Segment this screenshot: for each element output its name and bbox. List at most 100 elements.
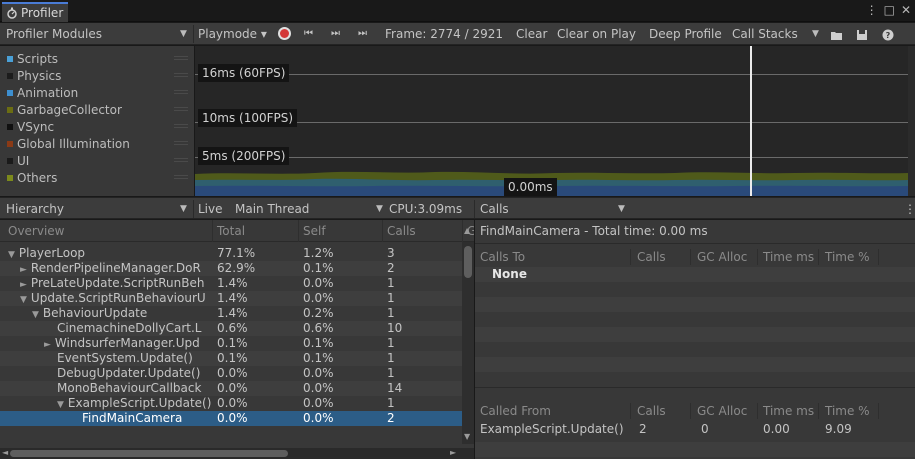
chevron-down-icon[interactable]: ▼	[376, 198, 383, 220]
expand-icon[interactable]: ►	[20, 265, 27, 275]
module-animation[interactable]: Animation	[7, 84, 78, 101]
kebab-icon[interactable]: ⋮	[866, 3, 878, 17]
clear-on-play-button[interactable]: Clear on Play	[557, 23, 636, 45]
module-global-illumination[interactable]: Global Illumination	[7, 135, 130, 152]
fps-200-label: 5ms (200FPS)	[198, 147, 290, 165]
call-stacks-button[interactable]: Call Stacks	[732, 23, 798, 45]
table-row[interactable]: EventSystem.Update() 0.1% 0.1% 1	[0, 351, 462, 366]
called-from-gc-alloc: 0	[701, 422, 709, 436]
calls-panel: FindMainCamera - Total time: 0.00 ms Cal…	[475, 220, 915, 459]
profiler-modules-dropdown[interactable]: Profiler Modules	[6, 23, 102, 45]
table-row[interactable]: ▼ Update.ScriptRunBehaviourU 1.4% 0.0% 1	[0, 291, 462, 306]
drag-handle-icon[interactable]	[174, 73, 188, 77]
table-row[interactable]: ▼ PlayerLoop 77.1% 1.2% 3	[0, 246, 462, 261]
details-view-dropdown[interactable]: Calls	[480, 198, 509, 220]
expand-icon[interactable]: ▼	[32, 310, 39, 320]
column-header-total[interactable]: Total	[212, 220, 245, 242]
table-row[interactable]: DebugUpdater.Update() 0.0% 0.0% 1	[0, 366, 462, 381]
drag-handle-icon[interactable]	[174, 158, 188, 162]
drag-handle-icon[interactable]	[174, 90, 188, 94]
graph-scrollbar[interactable]	[908, 46, 915, 196]
calls-to-header[interactable]: Calls To	[480, 246, 525, 268]
drag-handle-icon[interactable]	[174, 141, 188, 145]
drag-handle-icon[interactable]	[174, 56, 188, 60]
drag-handle-icon[interactable]	[174, 175, 188, 179]
cpu-usage-graph[interactable]: 16ms (60FPS) 10ms (100FPS) 5ms (200FPS) …	[195, 46, 908, 196]
list-item[interactable]: ExampleScript.Update() 2 0 0.00 9.09	[475, 422, 915, 437]
gc-alloc-column-header[interactable]: GC Alloc	[697, 246, 747, 268]
expand-icon[interactable]: ►	[44, 340, 51, 350]
first-frame-icon[interactable]: ⏮	[304, 23, 313, 45]
table-row[interactable]: MonoBehaviourCallback 0.0% 0.0% 14	[0, 381, 462, 396]
calls-column-header[interactable]: Calls	[637, 400, 666, 422]
expand-icon[interactable]: ▼	[20, 295, 27, 305]
next-frame-icon[interactable]: ⏭	[331, 23, 340, 45]
save-icon[interactable]	[856, 23, 868, 45]
row-calls: 2	[387, 261, 395, 275]
load-icon[interactable]	[830, 23, 844, 45]
chevron-down-icon[interactable]: ▼	[812, 23, 819, 45]
module-others[interactable]: Others	[7, 169, 57, 186]
expand-icon[interactable]: ▼	[57, 400, 64, 410]
time-ms-column-header[interactable]: Time ms	[763, 400, 814, 422]
chevron-down-icon[interactable]: ▼	[180, 23, 187, 45]
calls-column-header[interactable]: Calls	[637, 246, 666, 268]
profiler-tab[interactable]: Profiler	[2, 2, 68, 22]
view-dropdown[interactable]: Hierarchy	[6, 198, 64, 220]
expand-icon[interactable]: ►	[20, 280, 27, 290]
scroll-up-icon[interactable]: ▲	[464, 226, 470, 235]
horizontal-scrollbar-thumb[interactable]	[10, 450, 288, 457]
help-icon[interactable]: ?	[882, 23, 894, 45]
last-frame-icon[interactable]: ⏭	[358, 23, 367, 45]
graph-area-series	[195, 171, 908, 196]
list-item[interactable]: None	[475, 267, 915, 282]
drag-handle-icon[interactable]	[174, 107, 188, 111]
module-color-swatch	[7, 174, 13, 181]
drag-handle-icon[interactable]	[174, 124, 188, 128]
time-ms-column-header[interactable]: Time ms	[763, 246, 814, 268]
playmode-dropdown[interactable]: Playmode ▾	[198, 23, 267, 45]
frame-cursor[interactable]	[750, 46, 752, 196]
gc-alloc-column-header[interactable]: GC Alloc	[697, 400, 747, 422]
thread-dropdown[interactable]: Main Thread	[235, 198, 309, 220]
column-header-overview[interactable]: Overview	[4, 220, 65, 242]
chevron-down-icon[interactable]: ▼	[180, 198, 187, 220]
chevron-down-icon[interactable]: ▼	[618, 198, 625, 220]
expand-icon[interactable]: ▼	[8, 250, 15, 260]
table-row[interactable]: ► PreLateUpdate.ScriptRunBeh 1.4% 0.0% 1	[0, 276, 462, 291]
table-row-selected[interactable]: FindMainCamera 0.0% 0.0% 2	[0, 411, 462, 426]
table-row[interactable]: ► RenderPipelineManager.DoR 62.9% 0.1% 2	[0, 261, 462, 276]
table-row[interactable]: CinemachineDollyCart.L 0.6% 0.6% 10	[0, 321, 462, 336]
live-toggle[interactable]: Live	[198, 198, 223, 220]
table-row[interactable]: ▼ BehaviourUpdate 1.4% 0.2% 1	[0, 306, 462, 321]
module-vsync[interactable]: VSync	[7, 118, 54, 135]
time-pct-column-header[interactable]: Time %	[825, 246, 870, 268]
deep-profile-button[interactable]: Deep Profile	[649, 23, 722, 45]
time-pct-column-header[interactable]: Time %	[825, 400, 870, 422]
row-self: 0.0%	[303, 366, 334, 380]
scroll-right-icon[interactable]: ►	[450, 448, 456, 457]
scroll-down-icon[interactable]: ▼	[464, 432, 470, 441]
module-physics[interactable]: Physics	[7, 67, 61, 84]
row-total: 62.9%	[217, 261, 256, 275]
column-header-self[interactable]: Self	[298, 220, 326, 242]
kebab-icon[interactable]: ⋮	[904, 198, 915, 220]
table-row[interactable]: ▼ ExampleScript.Update() 0.0% 0.0% 1	[0, 396, 462, 411]
toolbar-divider	[193, 25, 194, 43]
module-garbage-collector[interactable]: GarbageCollector	[7, 101, 122, 118]
module-ui[interactable]: UI	[7, 152, 29, 169]
column-divider	[878, 249, 879, 265]
scroll-left-icon[interactable]: ◄	[2, 448, 8, 457]
profiler-icon	[7, 7, 17, 19]
row-self: 0.1%	[303, 336, 334, 350]
close-icon[interactable]: ✕	[901, 3, 911, 17]
table-row[interactable]: ► WindsurferManager.Upd 0.1% 0.1% 1	[0, 336, 462, 351]
module-scripts[interactable]: Scripts	[7, 50, 58, 67]
scrollbar-thumb[interactable]	[464, 246, 472, 278]
maximize-icon[interactable]: □	[884, 3, 895, 17]
record-button[interactable]	[278, 23, 291, 45]
column-header-calls[interactable]: Calls	[382, 220, 416, 242]
called-from-header[interactable]: Called From	[480, 400, 551, 422]
clear-button[interactable]: Clear	[516, 23, 547, 45]
row-calls: 10	[387, 321, 403, 335]
